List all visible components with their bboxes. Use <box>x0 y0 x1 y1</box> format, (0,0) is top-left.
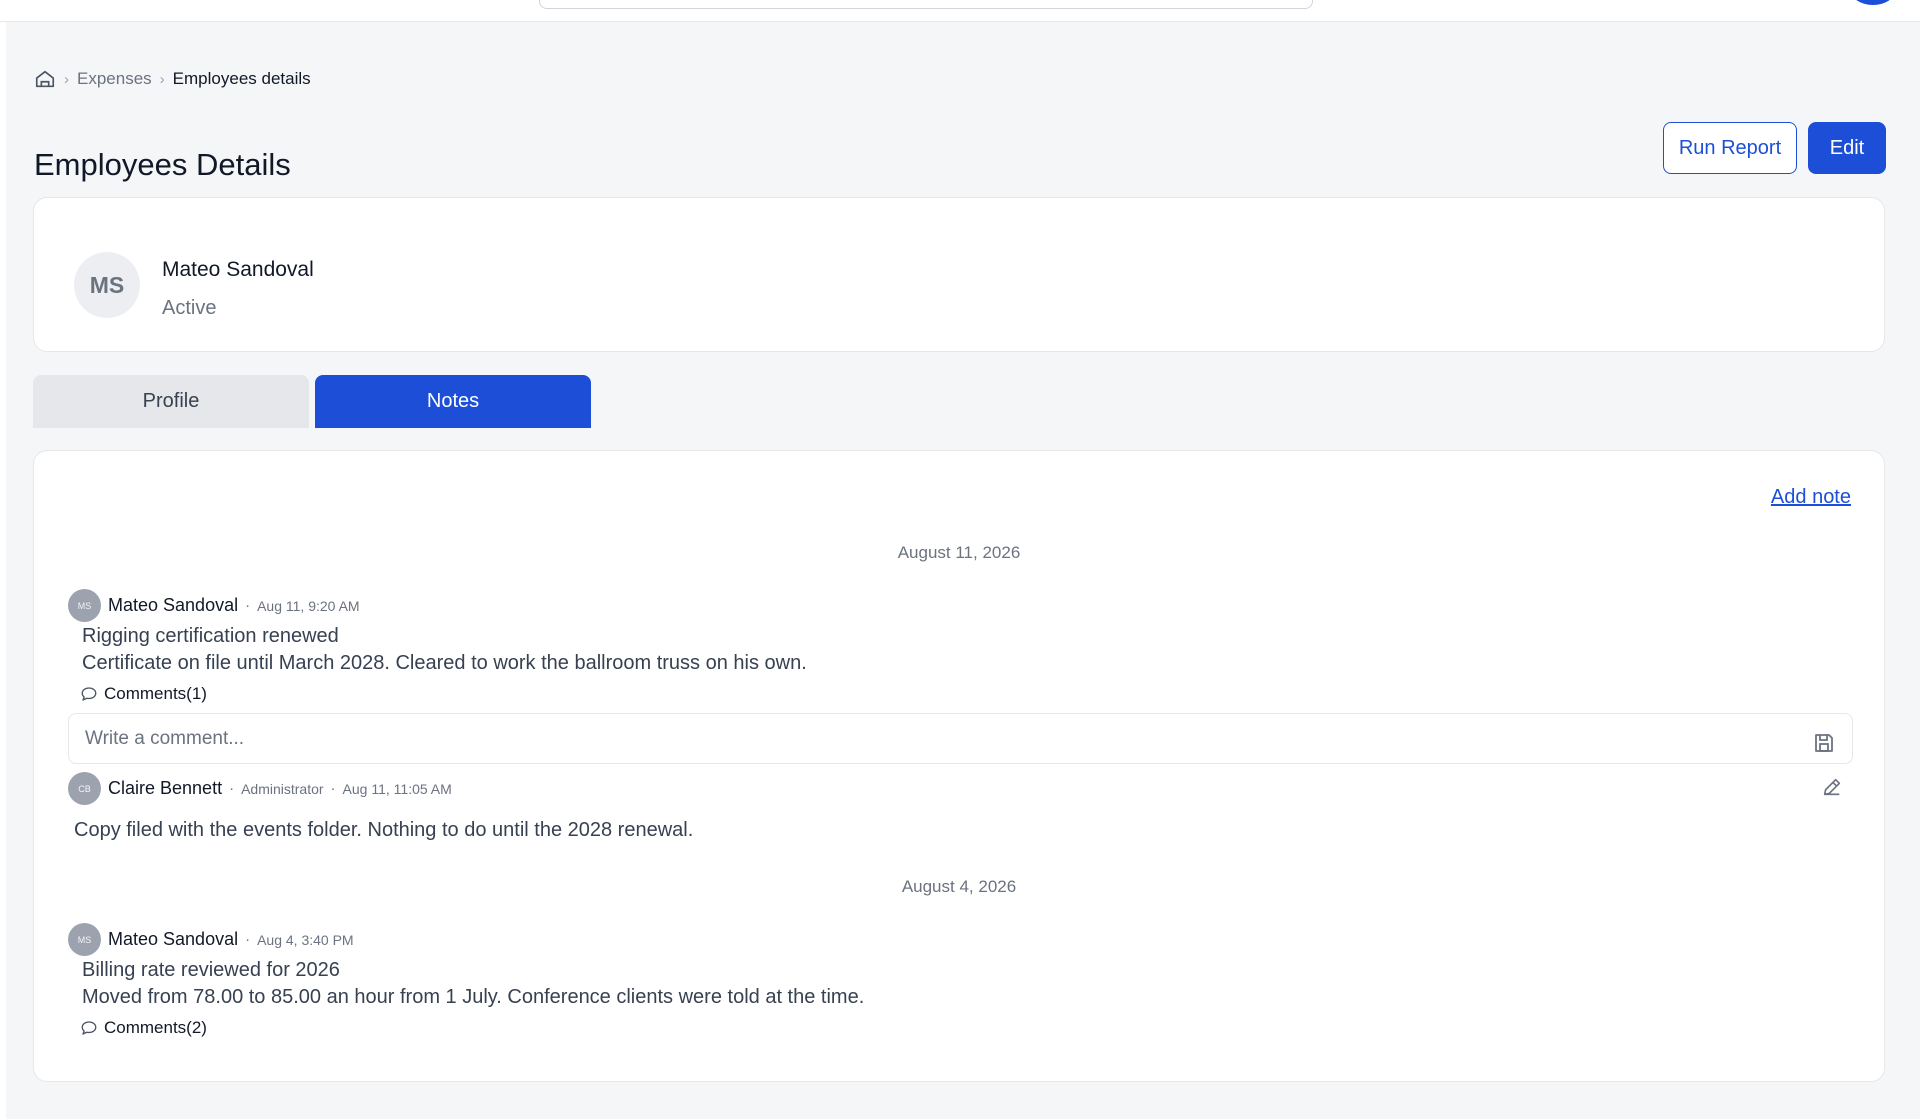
employee-avatar: MS <box>74 252 140 318</box>
note-author-avatar: MS <box>68 589 101 622</box>
note-body: Certificate on file until March 2028. Cl… <box>82 652 807 674</box>
comments-count-label: Comments(2) <box>104 1018 207 1037</box>
comment-icon <box>81 687 97 701</box>
home-icon[interactable] <box>34 68 56 90</box>
employee-name: Mateo Sandoval <box>162 258 314 281</box>
chevron-right-icon: › <box>64 70 69 88</box>
note-body: Moved from 78.00 to 85.00 an hour from 1… <box>82 986 865 1008</box>
comment-icon <box>81 1021 97 1035</box>
add-note-link[interactable]: Add note <box>1771 486 1851 509</box>
date-separator: August 4, 2026 <box>901 877 1017 896</box>
comment-text: Copy filed with the events folder. Nothi… <box>74 819 694 841</box>
comments-count-label: Comments(1) <box>104 684 207 703</box>
edit-pencil-icon[interactable] <box>1821 776 1843 798</box>
note-timestamp: Aug 4, 3:40 PM <box>257 931 354 948</box>
note-timestamp: Aug 11, 9:20 AM <box>257 597 360 614</box>
note-author: Mateo Sandoval <box>108 929 239 949</box>
edit-button[interactable]: Edit <box>1808 122 1886 174</box>
comments-toggle[interactable]: Comments(2) <box>80 1018 207 1038</box>
note-author-avatar: MS <box>68 923 101 956</box>
global-search-input[interactable] <box>539 0 1313 9</box>
note-header: MS Mateo Sandoval · Aug 4, 3:40 PM <box>68 923 354 956</box>
note-title: Billing rate reviewed for 2026 <box>82 959 340 981</box>
page-title: Employees Details <box>34 147 291 182</box>
note-header: MS Mateo Sandoval · Aug 11, 9:20 AM <box>68 589 360 622</box>
tab-profile[interactable]: Profile <box>33 375 309 428</box>
comments-toggle[interactable]: Comments(1) <box>80 684 207 704</box>
user-avatar[interactable] <box>1851 0 1895 5</box>
save-icon[interactable] <box>1812 731 1836 755</box>
comment-input[interactable] <box>68 713 1853 764</box>
breadcrumb-item-expenses[interactable]: Expenses <box>77 69 152 89</box>
employee-summary-card: MS Mateo Sandoval Active <box>33 197 1885 352</box>
breadcrumb: › Expenses › Employees details <box>34 64 311 94</box>
comment-author-role: Administrator <box>241 780 324 797</box>
top-navigation-bar <box>0 0 1920 22</box>
date-separator: August 11, 2026 <box>897 543 1021 562</box>
comment-author-avatar: CB <box>68 772 101 805</box>
notes-panel: Add note August 11, 2026 MS Mateo Sandov… <box>33 450 1885 1082</box>
chevron-right-icon: › <box>159 70 165 88</box>
comment-author: Claire Bennett <box>108 778 223 798</box>
employee-status: Active <box>162 297 217 319</box>
comment-header: CB Claire Bennett · Administrator · Aug … <box>68 772 452 805</box>
breadcrumb-item-employees-details: Employees details <box>172 69 311 88</box>
tab-notes[interactable]: Notes <box>315 375 591 428</box>
run-report-button[interactable]: Run Report <box>1663 122 1797 174</box>
note-author: Mateo Sandoval <box>108 595 239 615</box>
note-title: Rigging certification renewed <box>82 625 339 647</box>
comment-timestamp: Aug 11, 11:05 AM <box>342 780 452 797</box>
main-content: › Expenses › Employees details Employees… <box>6 22 1920 1119</box>
